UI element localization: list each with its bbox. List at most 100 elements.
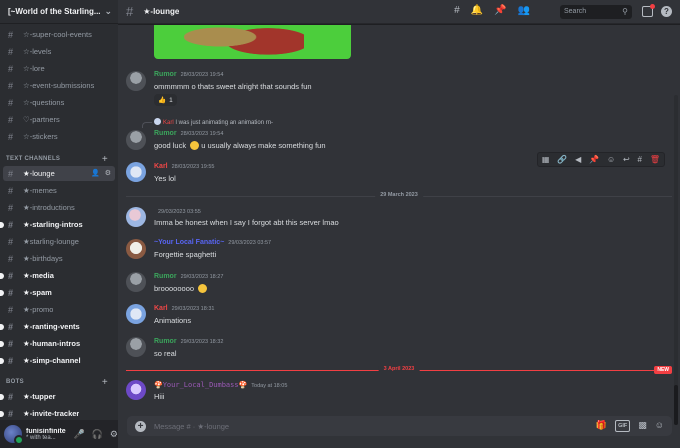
channel-item[interactable]: # ★-promo	[3, 302, 115, 317]
message-input[interactable]	[154, 421, 594, 431]
invite-member-icon[interactable]: 👤	[91, 169, 100, 177]
channel-item[interactable]: # ★-memes	[3, 183, 115, 198]
gear-icon[interactable]: ⚙	[110, 429, 118, 440]
mark-unread-icon[interactable]: ◀	[575, 155, 581, 164]
thread-icon[interactable]: #	[638, 155, 642, 164]
message-author[interactable]: Rumor 29/03/2023 18:27	[154, 273, 223, 280]
hash-icon: #	[8, 270, 14, 281]
gear-icon[interactable]: ⚙	[105, 169, 111, 177]
message-author[interactable]: ~Your Local Fanatic~ 29/03/2023 03:57	[154, 239, 271, 246]
new-badge: NEW	[654, 366, 672, 374]
emoji-picker-icon[interactable]: ☺	[655, 420, 664, 432]
message-author[interactable]: Karl 29/03/2023 18:31	[154, 305, 214, 312]
link-icon[interactable]: 🔗	[557, 155, 567, 164]
timestamp: 29/03/2023 18:32	[180, 339, 224, 345]
headphones-icon[interactable]: 🎧	[92, 429, 103, 440]
gif-icon[interactable]: GIF	[615, 420, 631, 432]
channel-item-unread[interactable]: # ★-invite-tracker	[0, 406, 115, 420]
avatar[interactable]	[126, 130, 146, 150]
pin-icon[interactable]: 📌	[589, 155, 599, 164]
channel-label: ☆-levels	[23, 47, 52, 56]
message-author[interactable]: Rumor 28/03/2023 19:54	[154, 71, 223, 78]
channel-item[interactable]: # ☆-event-submissions	[3, 78, 115, 93]
message-list: Rumor 28/03/2023 19:54 ommmmm o thats swe…	[118, 25, 680, 448]
hash-icon: #	[8, 355, 14, 366]
sticker-icon[interactable]: ▩	[638, 420, 647, 432]
gift-icon[interactable]: 🎁	[596, 420, 607, 432]
app-icon[interactable]: ▦	[542, 155, 550, 164]
hash-icon: #	[8, 304, 14, 315]
message-author[interactable]: 29/03/2023 03:55	[154, 208, 201, 215]
category-label: TEXT CHANNELS	[6, 156, 61, 162]
reply-preview[interactable]: Karl I was just animating an animation r…	[154, 118, 273, 126]
timestamp: Today at 18:05	[251, 383, 288, 389]
message-author[interactable]: 🍄Your_Local_Dumbass🍄 Today at 18:05	[154, 381, 287, 389]
pin-icon[interactable]: 📌	[494, 5, 506, 16]
channel-item-unread[interactable]: # ★-media	[0, 268, 115, 283]
reply-icon[interactable]: ↩	[623, 155, 630, 164]
channel-label: ★-lounge	[23, 169, 55, 178]
channel-item-unread[interactable]: # ★-tupper	[0, 389, 115, 404]
channel-item[interactable]: # ★starling-lounge	[3, 234, 115, 249]
server-header[interactable]: [~World of the Starling... ⌄	[0, 0, 118, 24]
channel-item-unread[interactable]: # ★-simp-channel	[0, 353, 115, 368]
scrollbar[interactable]	[674, 95, 678, 425]
channel-header: # ★-lounge # 🔔 📌 👥 Search ⚲ ?	[118, 0, 680, 24]
channel-item[interactable]: # ☆-levels	[3, 44, 115, 59]
channel-item[interactable]: # ♡-partners	[3, 112, 115, 127]
chevron-down-icon[interactable]: ⌄	[104, 6, 112, 17]
add-reaction-icon[interactable]: ☺	[607, 155, 615, 164]
channel-label: ★-birthdays	[23, 254, 63, 263]
channel-item-unread[interactable]: # ★-human-intros	[0, 336, 115, 351]
channel-item[interactable]: # ☆-stickers	[3, 129, 115, 144]
attach-plus-icon[interactable]: +	[135, 420, 146, 432]
avatar[interactable]	[126, 207, 146, 227]
avatar[interactable]	[126, 337, 146, 357]
add-channel-icon[interactable]: +	[102, 377, 108, 388]
avatar[interactable]	[126, 380, 146, 400]
message-author[interactable]: Karl 28/03/2023 19:55	[154, 163, 214, 170]
user-info[interactable]: funisinfinite * with tea...	[26, 428, 71, 441]
unread-indicator	[0, 358, 4, 364]
channel-item[interactable]: # ☆-super-cool-events	[3, 27, 115, 42]
microphone-icon[interactable]: 🎤	[73, 429, 84, 440]
category-bots[interactable]: BOTS +	[6, 376, 112, 388]
hash-icon: #	[8, 287, 14, 298]
channel-item-unread[interactable]: # ★-starling-intros	[0, 217, 115, 232]
image-attachment[interactable]	[154, 25, 351, 59]
help-icon[interactable]: ?	[661, 6, 672, 17]
avatar[interactable]	[126, 272, 146, 292]
channel-item[interactable]: # ★-introductions	[3, 200, 115, 215]
bell-icon[interactable]: 🔔	[471, 5, 483, 16]
category-text-channels[interactable]: TEXT CHANNELS +	[6, 153, 112, 165]
add-channel-icon[interactable]: +	[102, 154, 108, 165]
channel-label: ★-simp-channel	[23, 356, 81, 365]
message-text: Yes lol	[154, 174, 176, 183]
threads-icon[interactable]: #	[454, 5, 460, 16]
channel-item-unread[interactable]: # ★-ranting-vents	[0, 319, 115, 334]
trash-icon[interactable]: 🗑	[650, 155, 660, 164]
avatar[interactable]	[126, 239, 146, 259]
avatar[interactable]	[126, 162, 146, 182]
search-input[interactable]: Search ⚲	[560, 5, 632, 19]
channel-item-unread[interactable]: # ★-spam	[0, 285, 115, 300]
inbox-icon[interactable]	[642, 4, 655, 17]
avatar[interactable]	[126, 71, 146, 91]
members-icon[interactable]: 👥	[518, 5, 530, 16]
message-actions-toolbar: ▦ 🔗 ◀ 📌 ☺ ↩ # 🗑	[537, 152, 665, 167]
channel-label: ★-introductions	[23, 203, 75, 212]
channel-item[interactable]: # ☆-questions	[3, 95, 115, 110]
message-author[interactable]: Rumor 29/03/2023 18:32	[154, 338, 223, 345]
new-messages-divider: 3 April 2023 NEW	[126, 366, 672, 374]
reaction[interactable]: 👍 1	[154, 94, 177, 106]
message-text: so real	[154, 349, 177, 358]
avatar[interactable]	[4, 425, 24, 445]
channel-item[interactable]: # ★-birthdays	[3, 251, 115, 266]
hash-icon: #	[8, 391, 14, 402]
avatar[interactable]	[126, 304, 146, 324]
message-author[interactable]: Rumor 28/03/2023 19:54	[154, 130, 223, 137]
channel-item[interactable]: # ☆-lore	[3, 61, 115, 76]
channel-item-active[interactable]: # ★-lounge 👤 ⚙	[3, 166, 115, 181]
message-text: broooooooo	[154, 284, 208, 293]
channel-sidebar: [~World of the Starling... ⌄ # ☆-super-co…	[0, 0, 118, 448]
